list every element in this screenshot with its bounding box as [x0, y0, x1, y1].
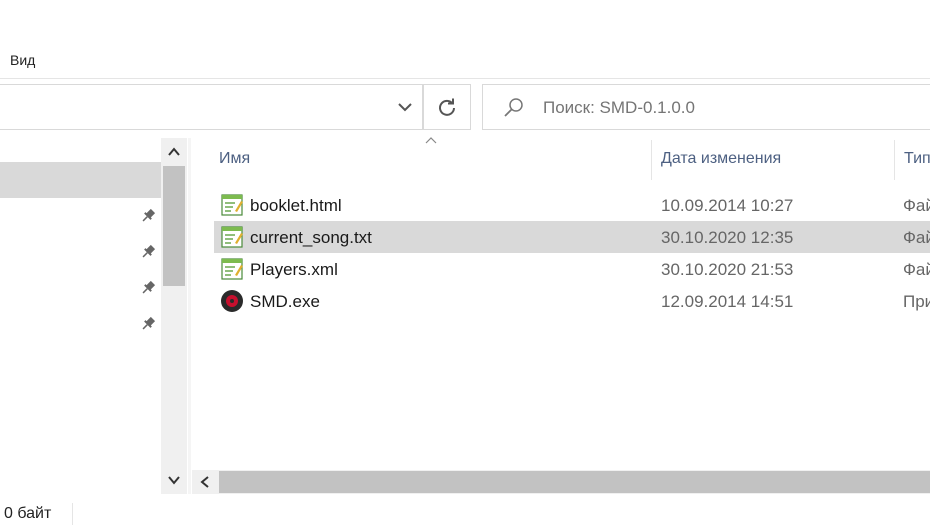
file-modified: 30.10.2020 21:53 [661, 260, 794, 279]
file-name[interactable]: SMD.exe [250, 292, 320, 312]
address-history-dropdown[interactable] [387, 84, 423, 130]
pin-icon[interactable] [140, 244, 156, 260]
refresh-button[interactable] [423, 84, 471, 130]
file-row[interactable] [214, 285, 930, 317]
column-separator[interactable] [651, 140, 652, 180]
pin-icon[interactable] [140, 280, 156, 296]
sort-ascending-icon [425, 137, 437, 144]
chevron-left-icon [200, 476, 209, 488]
pin-icon[interactable] [140, 208, 156, 224]
refresh-icon [439, 98, 455, 116]
scroll-down-button[interactable] [161, 466, 187, 494]
file-modified: 30.10.2020 12:35 [661, 228, 794, 247]
document-icon [221, 194, 243, 216]
scroll-left-button[interactable] [192, 470, 218, 494]
file-type: Фай [903, 228, 930, 247]
column-header-name[interactable]: Имя [219, 150, 250, 168]
nav-scroll-thumb[interactable] [163, 166, 185, 286]
status-divider [72, 503, 73, 525]
file-modified: 10.09.2014 10:27 [661, 196, 794, 215]
file-type: Фай [903, 260, 930, 279]
chevron-up-icon [168, 147, 180, 156]
address-bar[interactable] [0, 84, 423, 130]
ribbon-divider [0, 78, 930, 79]
file-name[interactable]: current_song.txt [250, 228, 372, 248]
disc-icon [221, 290, 243, 312]
column-header-modified[interactable]: Дата изменения [661, 150, 781, 168]
file-name[interactable]: booklet.html [250, 196, 342, 216]
nav-item-selected[interactable] [0, 162, 161, 198]
file-type: При [903, 292, 930, 311]
file-type: Фай [903, 196, 930, 215]
scroll-up-button[interactable] [161, 138, 187, 166]
file-name[interactable]: Players.xml [250, 260, 338, 280]
column-header-type[interactable]: Тип [904, 150, 930, 168]
pane-divider[interactable] [188, 138, 191, 494]
search-input[interactable] [543, 98, 893, 118]
status-size: 0 байт [4, 505, 52, 522]
file-modified: 12.09.2014 14:51 [661, 292, 794, 311]
document-icon [221, 226, 243, 248]
horizontal-scroll-thumb[interactable] [219, 471, 930, 493]
column-separator[interactable] [894, 140, 895, 180]
chevron-down-icon [168, 476, 180, 485]
ribbon-tab-view[interactable]: Вид [10, 52, 35, 68]
pin-icon[interactable] [140, 316, 156, 332]
document-icon [221, 258, 243, 280]
search-icon [504, 98, 523, 117]
chevron-down-icon [398, 103, 412, 112]
